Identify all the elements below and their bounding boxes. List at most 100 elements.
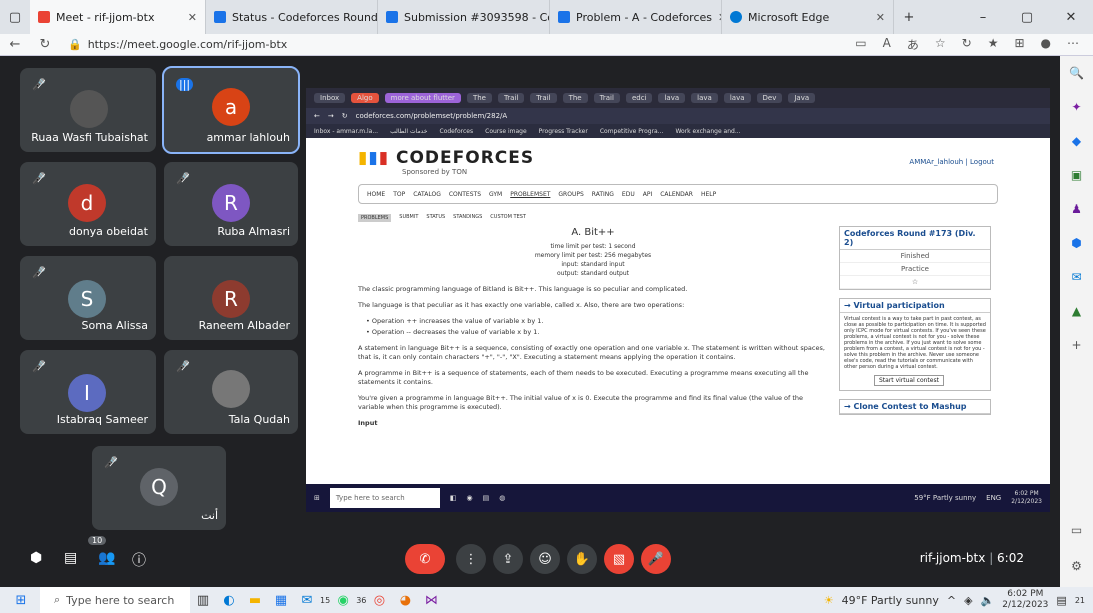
cf-main-menu: HOME TOP CATALOG CONTESTS GYM PROBLEMSET… bbox=[358, 184, 998, 204]
app-icon[interactable]: ▭ bbox=[855, 36, 866, 53]
tab-submission[interactable]: Submission #3093598 - Codefor· ✕ bbox=[378, 0, 550, 34]
tools-icon[interactable]: ▣ bbox=[1060, 158, 1093, 192]
file-explorer-icon[interactable]: ▬ bbox=[242, 593, 268, 608]
close-tab-icon[interactable]: ✕ bbox=[876, 11, 885, 24]
paragraph: A statement in language Bit++ is a seque… bbox=[358, 344, 825, 361]
muted-mic-icon: 🎤̸ bbox=[104, 456, 118, 469]
favorite-icon[interactable]: ☆ bbox=[935, 36, 946, 53]
close-tab-icon[interactable]: ✕ bbox=[188, 11, 197, 24]
add-icon[interactable]: + bbox=[1060, 328, 1093, 362]
minimize-button[interactable]: – bbox=[961, 0, 1005, 34]
participant-tile-active[interactable]: ||| a ammar lahlouh bbox=[162, 66, 300, 154]
firefox-icon[interactable]: ◕ bbox=[392, 593, 418, 608]
info-icon[interactable]: ⓘ bbox=[132, 550, 146, 570]
participant-tile[interactable]: 🎤̸ d donya obeidat bbox=[20, 162, 156, 246]
mic-off-button[interactable]: 🎤 bbox=[641, 544, 671, 574]
present-button[interactable]: ⇪ bbox=[493, 544, 523, 574]
mail-icon[interactable]: ✉ bbox=[294, 593, 320, 608]
store-icon[interactable]: ▦ bbox=[268, 593, 294, 608]
volume-icon[interactable]: 🔈 bbox=[981, 594, 995, 607]
section-heading: Input bbox=[358, 419, 378, 427]
chrome-icon[interactable]: ◎ bbox=[366, 593, 392, 608]
submenu-item: SUBMIT bbox=[399, 214, 419, 220]
new-tab-button[interactable]: + bbox=[894, 0, 924, 34]
whatsapp-icon[interactable]: ◉ bbox=[330, 593, 356, 608]
notification-icon[interactable]: ▤ bbox=[1056, 594, 1066, 607]
codeforces-logo: ▮▮▮ CODEFORCES bbox=[358, 148, 535, 168]
office-icon[interactable]: ⬢ bbox=[1060, 226, 1093, 260]
shopping-icon[interactable]: ◆ bbox=[1060, 124, 1093, 158]
drop-icon[interactable]: ▲ bbox=[1060, 294, 1093, 328]
weather-text[interactable]: 49°F Partly sunny bbox=[842, 594, 939, 607]
favorites-icon[interactable]: ★ bbox=[988, 36, 999, 53]
tab-problem[interactable]: Problem - A - Codeforces ✕ bbox=[550, 0, 722, 34]
participant-tile[interactable]: 🎤̸ S Soma Alissa bbox=[20, 256, 156, 340]
avatar: Q bbox=[140, 468, 178, 506]
discover-icon[interactable]: ✦ bbox=[1060, 90, 1093, 124]
problem-title: A. Bit++ bbox=[571, 227, 615, 238]
output-spec: output: standard output bbox=[556, 270, 630, 277]
tab-actions-icon[interactable]: ▢ bbox=[0, 0, 30, 34]
participant-tile[interactable]: 🎤̸ Ruaa Wasfi Tubaishat bbox=[20, 68, 156, 152]
refresh-icon: ↻ bbox=[341, 112, 348, 120]
refresh-icon[interactable]: ↻ bbox=[30, 37, 60, 52]
participant-name: ammar lahlouh bbox=[206, 131, 290, 144]
read-aloud-icon[interactable]: A bbox=[883, 36, 891, 53]
participant-tile[interactable]: 🎤̸ I Istabraq Sameer bbox=[20, 350, 156, 434]
edge-icon[interactable]: ◐ bbox=[216, 593, 242, 608]
participant-name: Raneem Albader bbox=[198, 319, 290, 332]
network-icon[interactable]: ◈ bbox=[964, 594, 972, 607]
activities-icon[interactable]: ⬢ bbox=[30, 550, 42, 566]
more-icon[interactable]: ⋯ bbox=[1067, 36, 1079, 53]
participant-name: Ruba Almasri bbox=[217, 225, 290, 238]
task-view-icon[interactable]: ▥ bbox=[190, 593, 216, 608]
submenu-item: STANDINGS bbox=[453, 214, 483, 220]
taskbar-app-icon: ◧ bbox=[449, 494, 457, 502]
more-options-icon[interactable]: ⋮ bbox=[456, 544, 486, 574]
taskbar-search[interactable]: ⌕ Type here to search bbox=[40, 587, 190, 613]
participant-tile-self[interactable]: 🎤̸ Q أنت bbox=[92, 446, 226, 530]
menu-item: EDU bbox=[621, 190, 635, 198]
search-placeholder: Type here to search bbox=[66, 593, 175, 607]
tab-meet[interactable]: Meet - rif-jjom-btx ✕ bbox=[30, 0, 206, 34]
vscode-icon[interactable]: ⋈ bbox=[418, 593, 444, 608]
participant-tile[interactable]: 🎤̸ R Ruba Almasri bbox=[164, 162, 298, 246]
tray-chevron-icon[interactable]: ^ bbox=[947, 594, 956, 607]
meeting-time: 6:02 bbox=[997, 551, 1024, 565]
maximize-button[interactable]: ▢ bbox=[1005, 0, 1049, 34]
tab-label: Status - Codeforces Round #14· bbox=[232, 10, 378, 24]
bookmark: Work exchange and... bbox=[675, 127, 741, 135]
leave-call-button[interactable]: ✆ bbox=[405, 544, 445, 574]
collections-icon[interactable]: ⊞ bbox=[1014, 36, 1024, 53]
star-icon: ☆ bbox=[840, 276, 990, 289]
clock[interactable]: 6:02 PM 2/12/2023 bbox=[1002, 589, 1048, 611]
refresh-extension-icon[interactable]: ↻ bbox=[962, 36, 972, 53]
search-icon[interactable]: 🔍 bbox=[1060, 56, 1093, 90]
camera-off-button[interactable]: ▧ bbox=[604, 544, 634, 574]
settings-gear-icon[interactable]: ⚙ bbox=[1060, 549, 1093, 583]
back-arrow-icon[interactable]: ← bbox=[0, 37, 30, 52]
outlook-icon[interactable]: ✉ bbox=[1060, 260, 1093, 294]
submenu-item: STATUS bbox=[426, 214, 446, 220]
chat-icon[interactable]: ▤ bbox=[64, 550, 77, 566]
raise-hand-button[interactable]: ✋ bbox=[567, 544, 597, 574]
shared-tab: lava bbox=[723, 93, 751, 103]
close-window-button[interactable]: ✕ bbox=[1049, 0, 1093, 34]
time-limit: time limit per test: 1 second bbox=[550, 243, 636, 250]
avatar bbox=[212, 370, 250, 408]
participant-tile[interactable]: R Raneem Albader bbox=[164, 256, 298, 340]
tab-status[interactable]: Status - Codeforces Round #14· ✕ bbox=[206, 0, 378, 34]
shared-address-bar: ← → ↻ codeforces.com/problemset/problem/… bbox=[306, 108, 1050, 124]
profile-icon[interactable]: ● bbox=[1041, 36, 1051, 53]
meet-favicon-icon bbox=[38, 11, 50, 23]
games-icon[interactable]: ♟ bbox=[1060, 192, 1093, 226]
meeting-info: rif-jjom-btx | 6:02 bbox=[919, 551, 1024, 565]
participant-tile[interactable]: 🎤̸ Tala Qudah bbox=[164, 350, 298, 434]
translate-icon[interactable]: あ bbox=[907, 36, 919, 53]
url-field[interactable]: https://meet.google.com/rif-jjom-btx bbox=[88, 38, 288, 51]
sidebar-layout-icon[interactable]: ▭ bbox=[1060, 513, 1093, 547]
tab-edge[interactable]: Microsoft Edge ✕ bbox=[722, 0, 894, 34]
start-icon[interactable]: ⊞ bbox=[8, 593, 34, 608]
emoji-button[interactable]: ☺ bbox=[530, 544, 560, 574]
people-icon[interactable]: 👥 bbox=[98, 550, 115, 566]
